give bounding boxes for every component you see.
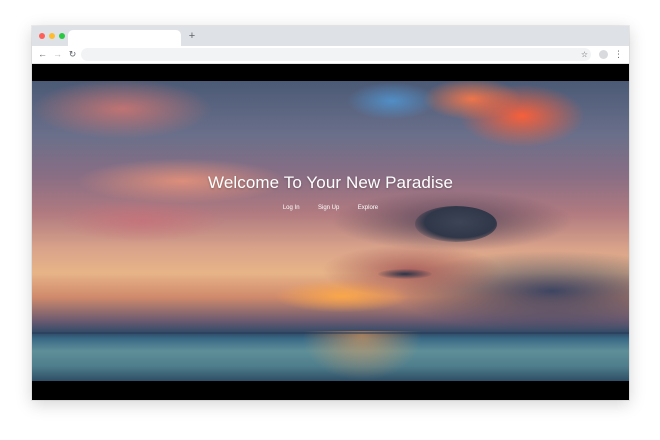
hero-background-image: Welcome To Your New Paradise Log In Sign…	[32, 81, 629, 381]
horizon-line	[32, 332, 629, 334]
maximize-window-button[interactable]	[59, 33, 65, 39]
small-dark-cloud	[378, 269, 432, 279]
forward-arrow-icon[interactable]: →	[52, 48, 63, 61]
new-tab-button[interactable]: +	[186, 29, 198, 43]
browser-toolbar: ← → ↻ ☆ ⋮	[32, 46, 629, 64]
explore-link[interactable]: Explore	[358, 202, 378, 214]
close-window-button[interactable]	[39, 33, 45, 39]
star-icon[interactable]: ☆	[580, 48, 589, 61]
sun-reflection	[302, 331, 422, 381]
address-bar[interactable]	[81, 48, 591, 61]
active-tab[interactable]	[68, 30, 181, 46]
signup-link[interactable]: Sign Up	[318, 202, 339, 214]
hero-title: Welcome To Your New Paradise	[207, 173, 454, 192]
login-link[interactable]: Log In	[283, 202, 300, 214]
reload-icon[interactable]: ↻	[67, 48, 78, 61]
minimize-window-button[interactable]	[49, 33, 55, 39]
dark-cloud	[415, 206, 497, 242]
page-viewport: Welcome To Your New Paradise Log In Sign…	[32, 64, 629, 400]
tab-strip: +	[32, 26, 629, 46]
back-arrow-icon[interactable]: ←	[37, 48, 48, 61]
profile-icon[interactable]	[599, 50, 608, 59]
hero-nav: Log In Sign Up Explore	[32, 196, 629, 211]
kebab-menu-icon[interactable]: ⋮	[614, 48, 623, 61]
browser-window: + ← → ↻ ☆ ⋮ Welcome To Your New Paradise…	[32, 26, 629, 400]
